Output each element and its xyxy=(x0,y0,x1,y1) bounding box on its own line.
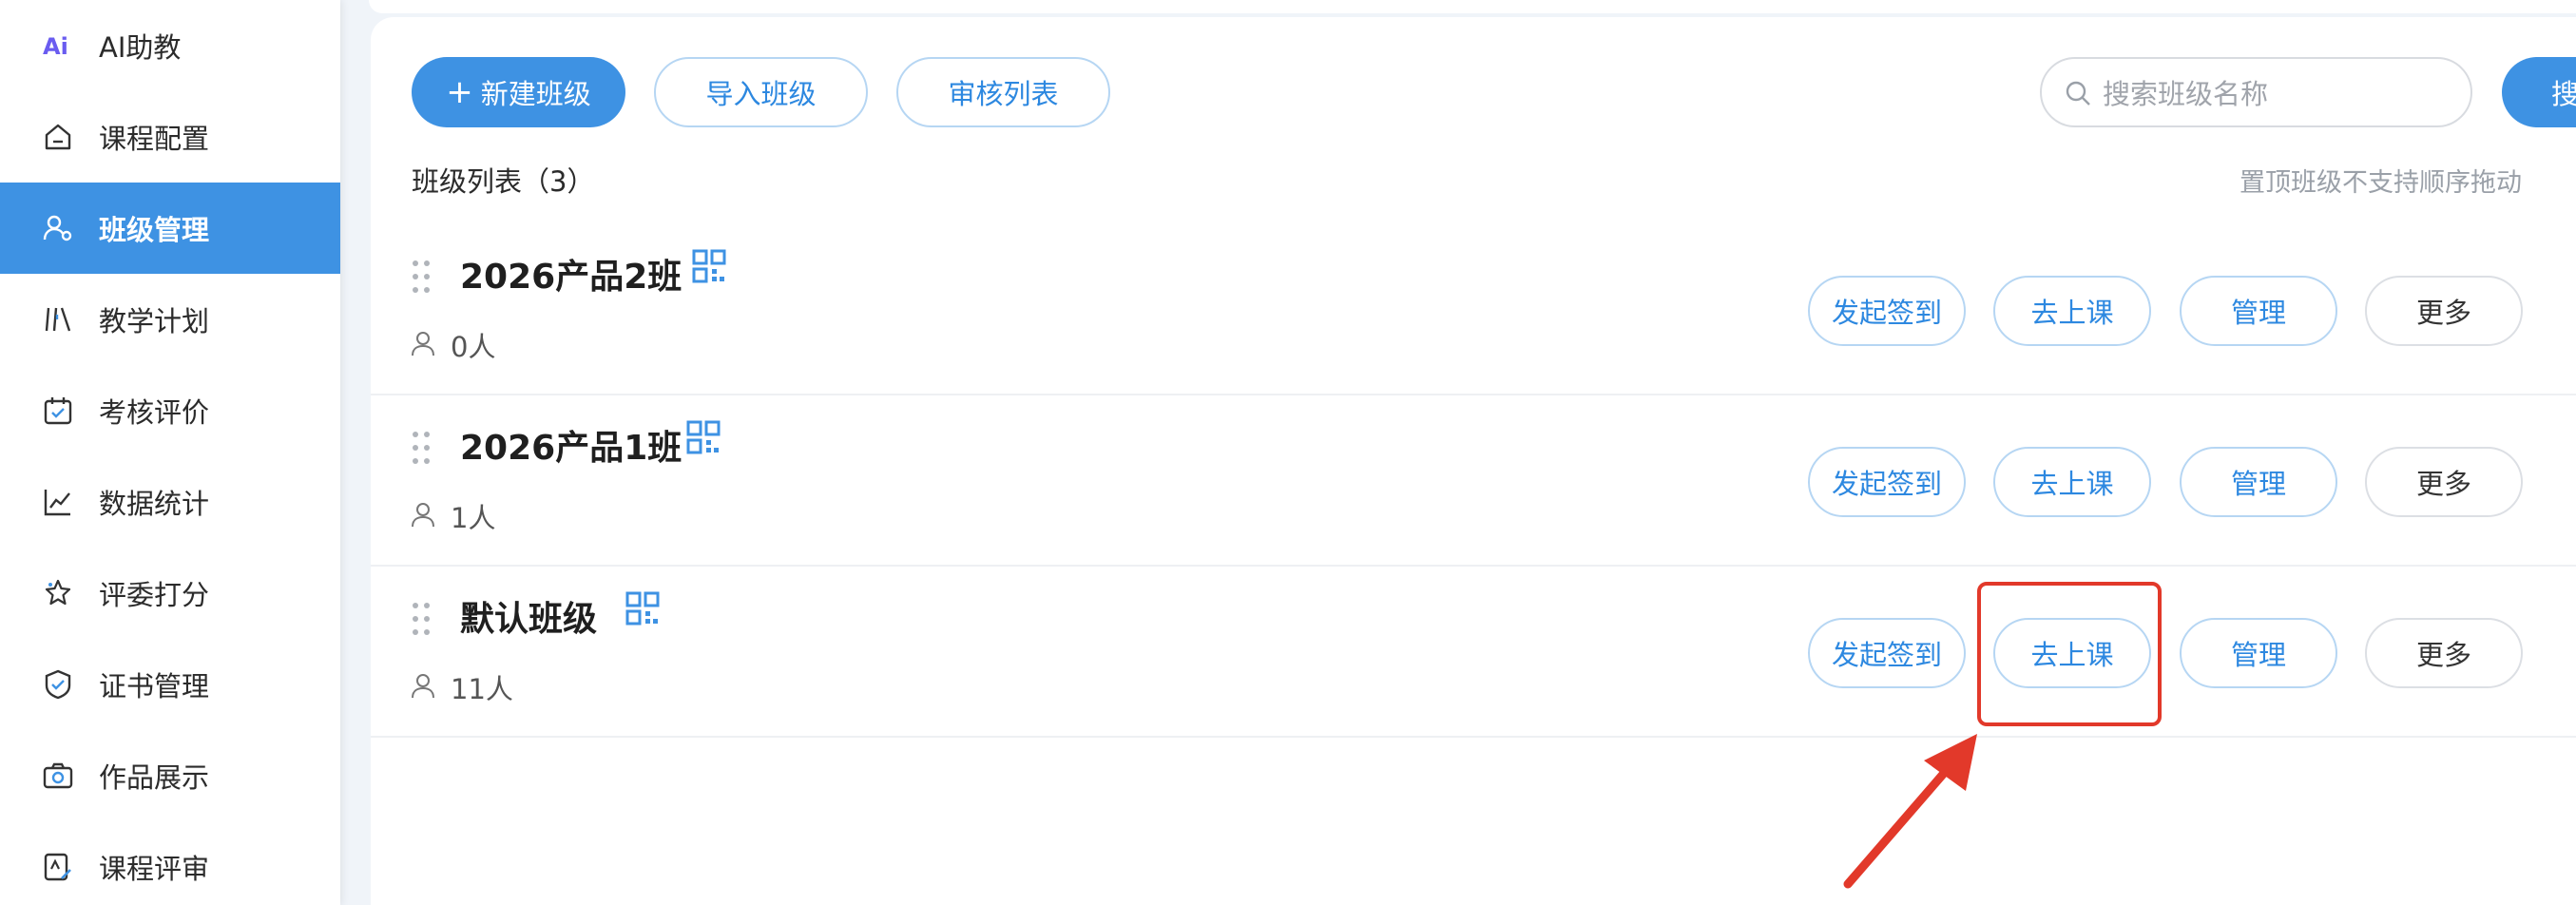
ai-icon: Ai xyxy=(40,28,76,64)
go-to-class-button[interactable]: 去上课 xyxy=(1993,447,2151,517)
sidebar-item-judge-scoring[interactable]: 评委打分 xyxy=(0,548,340,639)
review-icon xyxy=(40,849,76,885)
sidebar-item-course-review[interactable]: 课程评审 xyxy=(0,821,340,905)
books-icon xyxy=(40,301,76,337)
start-sign-in-button[interactable]: 发起签到 xyxy=(1808,618,1966,688)
sidebar-item-course-config[interactable]: 课程配置 xyxy=(0,91,340,183)
start-sign-in-button[interactable]: 发起签到 xyxy=(1808,447,1966,517)
sidebar-item-label: 作品展示 xyxy=(99,761,210,794)
plus-icon: + xyxy=(446,73,473,111)
more-button[interactable]: 更多 xyxy=(2365,447,2523,517)
line-chart-icon xyxy=(40,484,76,520)
search-input[interactable]: 搜索班级名称 xyxy=(2040,57,2472,127)
users-icon xyxy=(40,210,76,246)
start-sign-in-button[interactable]: 发起签到 xyxy=(1808,276,1966,346)
drag-handle-icon[interactable] xyxy=(411,259,432,295)
sidebar-item-label: 班级管理 xyxy=(99,214,210,246)
sidebar-item-works-showcase[interactable]: 作品展示 xyxy=(0,730,340,821)
class-list-title: 班级列表（3） xyxy=(412,165,595,198)
more-button[interactable]: 更多 xyxy=(2365,618,2523,688)
import-class-button[interactable]: 导入班级 xyxy=(654,57,868,127)
sidebar-item-label: AI助教 xyxy=(99,31,182,64)
more-button[interactable]: 更多 xyxy=(2365,276,2523,346)
person-icon xyxy=(412,332,434,356)
sidebar-item-label: 证书管理 xyxy=(99,670,210,703)
member-count: 11人 xyxy=(451,673,513,705)
person-icon xyxy=(412,674,434,699)
class-name: 默认班级 xyxy=(460,600,598,639)
shield-icon xyxy=(40,666,76,703)
review-list-button[interactable]: 审核列表 xyxy=(896,57,1110,127)
member-count: 1人 xyxy=(451,502,496,534)
sidebar-item-label: 课程配置 xyxy=(99,123,210,155)
sidebar-item-label: 评委打分 xyxy=(99,579,210,611)
sidebar-item-label: 课程评审 xyxy=(99,853,210,885)
sidebar-item-class-management[interactable]: 班级管理 xyxy=(0,183,340,274)
annotation-arrow-icon xyxy=(1843,734,1977,889)
search-icon xyxy=(2066,81,2090,106)
qr-code-icon[interactable] xyxy=(625,591,660,626)
go-to-class-button[interactable]: 去上课 xyxy=(1993,276,2151,346)
sidebar-item-certificates[interactable]: 证书管理 xyxy=(0,639,340,730)
sidebar-item-teaching-plan[interactable]: 教学计划 xyxy=(0,274,340,365)
sidebar-item-assessment[interactable]: 考核评价 xyxy=(0,365,340,456)
new-class-button[interactable]: + 新建班级 xyxy=(412,57,625,127)
manage-button[interactable]: 管理 xyxy=(2180,618,2337,688)
pin-drag-hint: 置顶班级不支持顺序拖动 xyxy=(2240,168,2522,198)
search-button[interactable]: 搜 xyxy=(2502,57,2576,127)
qr-code-icon[interactable] xyxy=(686,420,721,454)
svg-text:Ai: Ai xyxy=(43,33,68,60)
sidebar-item-label: 教学计划 xyxy=(99,305,210,337)
sidebar-item-label: 数据统计 xyxy=(99,488,210,520)
qr-code-icon[interactable] xyxy=(692,249,726,283)
star-icon xyxy=(40,575,76,611)
drag-handle-icon[interactable] xyxy=(411,430,432,466)
camera-icon xyxy=(40,758,76,794)
drag-handle-icon[interactable] xyxy=(411,601,432,637)
highlight-box xyxy=(1977,582,2162,726)
class-name: 2026产品2班 xyxy=(460,258,682,297)
sidebar: Ai AI助教 课程配置 班级管理 教学计划 考核评价 数据统计 评委打分 证书… xyxy=(0,0,340,905)
calendar-check-icon xyxy=(40,393,76,429)
sidebar-item-label: 考核评价 xyxy=(99,396,210,429)
home-icon xyxy=(40,119,76,155)
class-name: 2026产品1班 xyxy=(460,429,682,468)
person-icon xyxy=(412,503,434,528)
top-strip xyxy=(369,0,2576,13)
sidebar-item-ai-assistant[interactable]: Ai AI助教 xyxy=(0,0,340,91)
manage-button[interactable]: 管理 xyxy=(2180,276,2337,346)
sidebar-item-statistics[interactable]: 数据统计 xyxy=(0,456,340,548)
member-count: 0人 xyxy=(451,331,496,363)
manage-button[interactable]: 管理 xyxy=(2180,447,2337,517)
